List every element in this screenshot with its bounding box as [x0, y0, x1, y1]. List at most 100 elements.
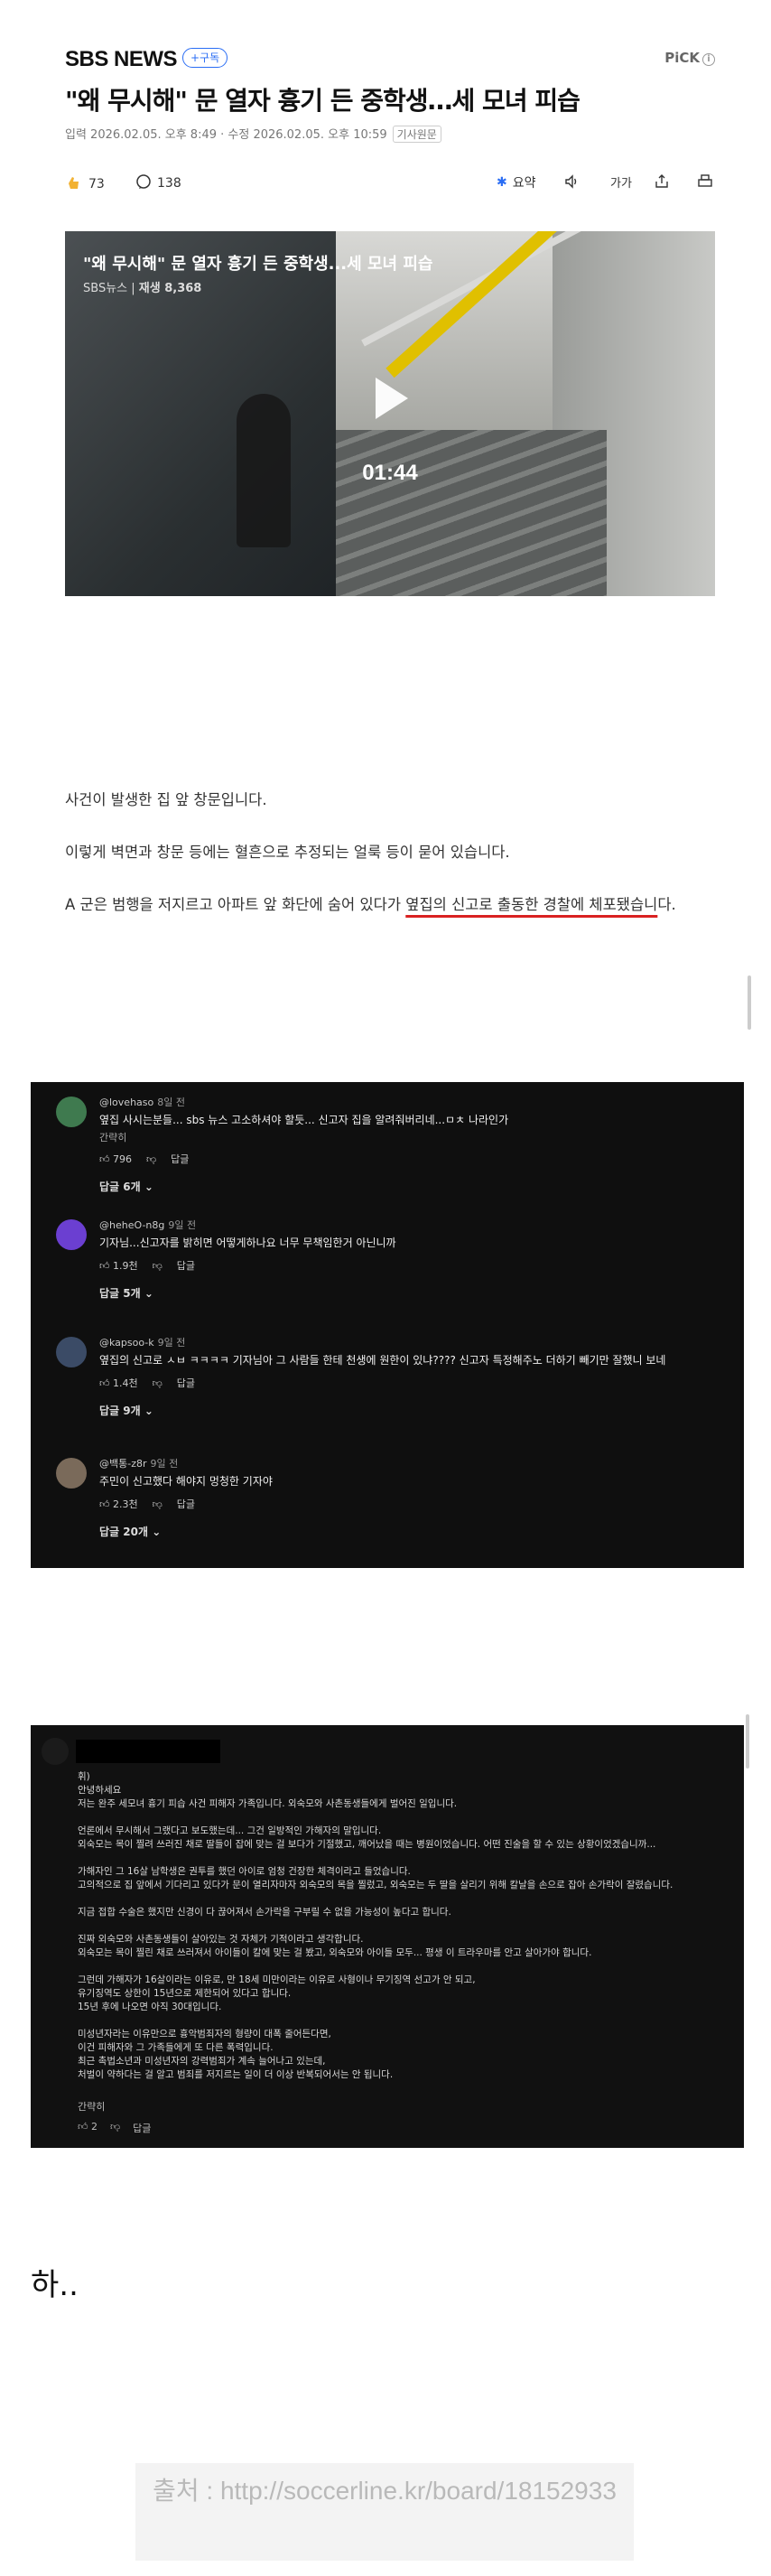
video-player[interactable]: "왜 무시해" 문 열자 흉기 든 중학생...세 모녀 피습 SBS뉴스 | … [65, 231, 715, 596]
body-paragraph-3: A 군은 범행을 저지르고 아파트 앞 화단에 숨어 있다가 옆집의 신고로 출… [65, 892, 715, 918]
replies-count: 답글 9개 [99, 1405, 141, 1417]
comment-actions: 👍︎ 1.9천 👎︎ 답글 [99, 1258, 726, 1273]
like-count: 73 [88, 177, 105, 191]
chevron-down-icon: ⌄ [144, 1181, 153, 1193]
comment-time: 9일 전 [168, 1219, 197, 1231]
original-article-link[interactable]: 기사원문 [392, 126, 441, 143]
reply-button[interactable]: 답글 [177, 1497, 195, 1511]
body-paragraph-1: 사건이 발생한 집 앞 창문입니다. [65, 791, 267, 808]
thumbs-up-icon: 👍︎ [99, 1260, 110, 1272]
replies-count: 답글 5개 [99, 1287, 141, 1300]
body-p3-start: A 군은 범행을 저지르고 아파트 앞 화단에 숨어 있다가 [65, 896, 406, 913]
article-header: SBS NEWS +구독 PiCK i [65, 45, 715, 72]
like-count: 1.4천 [113, 1377, 138, 1389]
replies-toggle[interactable]: 답글 9개 ⌄ [99, 1403, 726, 1418]
comment-item: @lovehaso 8일 전 옆집 사시는분들... sbs 뉴스 고소하셔야 할… [56, 1095, 726, 1203]
comment-item: @kapsoo-k 9일 전 옆집의 신고로 ㅅㅂ ㅋㅋㅋㅋ 기자님아 그 사람들… [56, 1335, 726, 1443]
comment-text: 주민이 신고했다 해야지 멍청한 기자야 [99, 1475, 273, 1488]
article-dates: 입력 2026.02.05. 오후 8:49 · 수정 2026.02.05. … [65, 128, 387, 142]
thumbs-down-icon[interactable]: 👎︎ [153, 1498, 163, 1510]
comment-author[interactable]: @heheO-n8g 9일 전 [99, 1218, 726, 1232]
summary-label: 요약 [512, 176, 536, 191]
avatar[interactable] [42, 1738, 69, 1765]
font-size-label: 가가 [610, 177, 632, 191]
pick-text: PiCK [664, 50, 700, 66]
scrollbar-thumb[interactable] [746, 1714, 749, 1769]
video-title: "왜 무시해" 문 열자 흉기 든 중학생...세 모녀 피습 [83, 255, 433, 274]
comment-author[interactable]: @lovehaso 8일 전 [99, 1095, 726, 1109]
redacted-name [76, 1740, 220, 1763]
chevron-down-icon: ⌄ [144, 1287, 153, 1300]
comment-text: 옆집 사시는분들... sbs 뉴스 고소하셔야 할듯... 신고자 집을 알려… [99, 1114, 509, 1126]
like-button[interactable]: 👍︎ 2.3천 [99, 1497, 138, 1511]
thumbs-up-icon: 👍︎ [99, 1498, 110, 1510]
reply-button[interactable]: 답글 [177, 1258, 195, 1273]
comment-text: 기자님...신고자를 밝히면 어떻게하나요 너무 무책임한거 아닌니까 [99, 1237, 396, 1249]
comment-author[interactable]: @kapsoo-k 9일 전 [99, 1335, 726, 1349]
thumbs-down-icon[interactable]: 👎︎ [153, 1377, 163, 1389]
comments-screenshot: @lovehaso 8일 전 옆집 사시는분들... sbs 뉴스 고소하셔야 할… [31, 1082, 744, 1568]
like-button[interactable]: 👍︎ 2 [78, 2121, 98, 2135]
thumbs-down-icon[interactable]: 👎︎ [146, 1153, 156, 1165]
article-meta: 입력 2026.02.05. 오후 8:49 · 수정 2026.02.05. … [65, 125, 441, 143]
thumbs-down-icon[interactable]: 👎︎ [110, 2121, 120, 2135]
like-count: 1.9천 [113, 1260, 138, 1272]
video-subtitle: SBS뉴스 | 재생 8,368 [83, 282, 202, 295]
avatar[interactable] [56, 1219, 87, 1250]
replies-count: 답글 20개 [99, 1526, 148, 1538]
comment-time: 9일 전 [157, 1337, 186, 1349]
like-button[interactable]: 👍︎ 1.9천 [99, 1258, 138, 1273]
comment-author[interactable]: @백통-z8r 9일 전 [99, 1456, 726, 1470]
font-size-button[interactable]: 가가 [610, 173, 632, 191]
body-paragraph-2: 이렇게 벽면과 창문 등에는 혈흔으로 추정되는 얼룩 등이 묻어 있습니다. [65, 844, 510, 861]
subscribe-button[interactable]: +구독 [182, 48, 228, 68]
collapse-link[interactable]: 간략히 [99, 1130, 726, 1144]
print-button[interactable] [697, 173, 713, 193]
avatar[interactable] [56, 1097, 87, 1127]
avatar[interactable] [56, 1337, 87, 1367]
comment-handle: @lovehaso [99, 1097, 154, 1108]
summary-icon: ✱ [497, 175, 507, 190]
comment-handle: @백통-z8r [99, 1458, 147, 1470]
comment-item: @heheO-n8g 9일 전 기자님...신고자를 밝히면 어떻게하나요 너무 … [56, 1218, 726, 1317]
collapse-link[interactable]: 간략히 [78, 2099, 105, 2114]
scrollbar-thumb[interactable] [748, 975, 751, 1030]
play-icon[interactable] [359, 369, 419, 428]
pick-label[interactable]: PiCK i [664, 50, 715, 66]
video-scene-stairs [336, 430, 607, 596]
thumbs-up-icon: 👍︎ [99, 1153, 110, 1165]
thumbs-down-icon[interactable]: 👎︎ [153, 1260, 163, 1272]
info-icon[interactable]: i [702, 53, 715, 66]
comment-button[interactable]: 138 [135, 173, 181, 193]
replies-count: 답글 6개 [99, 1181, 141, 1193]
comment-time: 8일 전 [157, 1097, 185, 1108]
thumbs-up-icon: 👍︎ [99, 1377, 110, 1389]
reply-button[interactable]: 답글 [133, 2121, 151, 2135]
tts-button[interactable] [563, 173, 580, 193]
share-button[interactable] [654, 173, 670, 193]
like-button[interactable]: 👍︎ 796 [99, 1153, 132, 1165]
video-duration: 01:44 [362, 461, 418, 485]
print-icon [697, 173, 713, 193]
speaker-icon [563, 173, 580, 193]
like-button[interactable]: 73 [65, 173, 105, 195]
highlighted-text: 옆집의 신고로 출동한 경찰에 체포됐습니 [405, 896, 658, 913]
reply-button[interactable]: 답글 [177, 1376, 195, 1390]
like-count: 2.3천 [113, 1498, 138, 1510]
comment-handle: @kapsoo-k [99, 1337, 154, 1349]
comment-count: 138 [157, 176, 181, 191]
replies-toggle[interactable]: 답글 5개 ⌄ [99, 1285, 726, 1301]
replies-toggle[interactable]: 답글 6개 ⌄ [99, 1179, 726, 1194]
reply-button[interactable]: 답글 [171, 1152, 189, 1166]
comment-actions: 👍︎ 1.4천 👎︎ 답글 [99, 1376, 726, 1390]
post-text: 휘) 안녕하세요 저는 완주 세모녀 흉기 피습 사건 피해자 가족입니다. 외… [78, 1771, 673, 2080]
sbs-news-logo[interactable]: SBS NEWS [65, 47, 178, 72]
clap-icon [65, 173, 83, 195]
summary-button[interactable]: ✱ 요약 [497, 173, 536, 191]
replies-toggle[interactable]: 답글 20개 ⌄ [99, 1524, 726, 1539]
chevron-down-icon: ⌄ [144, 1405, 153, 1417]
like-button[interactable]: 👍︎ 1.4천 [99, 1376, 138, 1390]
avatar[interactable] [56, 1458, 87, 1489]
post-actions: 👍︎ 2 👎︎ 답글 [78, 2121, 151, 2135]
comment-actions: 👍︎ 2.3천 👎︎ 답글 [99, 1497, 726, 1511]
